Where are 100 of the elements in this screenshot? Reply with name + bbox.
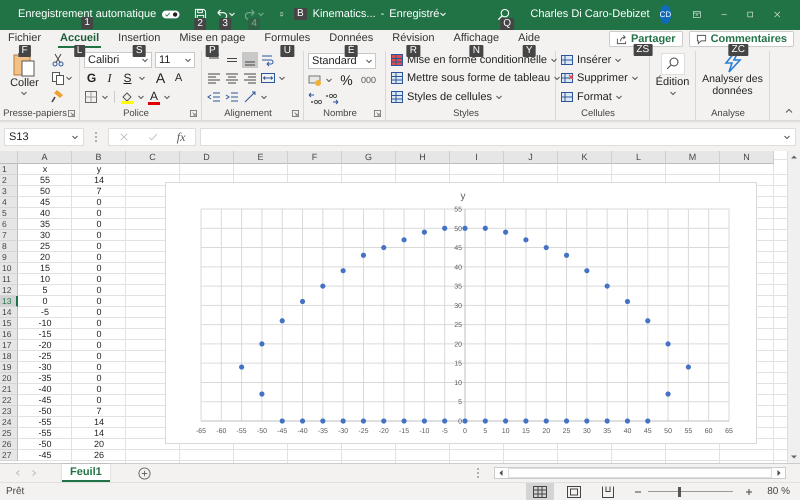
scroll-left-icon[interactable] bbox=[497, 469, 505, 477]
column-header[interactable]: E bbox=[234, 151, 288, 164]
column-header[interactable]: K bbox=[558, 151, 612, 164]
dialog-launcher-icon[interactable] bbox=[292, 110, 299, 116]
vertical-scrollbar[interactable] bbox=[787, 151, 800, 463]
file-name[interactable]: Kinematics... bbox=[312, 8, 376, 20]
column-header[interactable]: L bbox=[612, 151, 666, 164]
zoom-thumb[interactable] bbox=[678, 486, 681, 496]
column-header[interactable]: H bbox=[396, 151, 450, 164]
currency-icon[interactable] bbox=[308, 72, 322, 86]
row-header[interactable]: 12 bbox=[0, 285, 18, 296]
format-painter-icon[interactable] bbox=[50, 89, 65, 103]
formula-input[interactable] bbox=[200, 128, 796, 146]
row-header[interactable]: 23 bbox=[0, 406, 18, 417]
row-header[interactable]: 2 bbox=[0, 175, 18, 186]
scroll-thumb[interactable] bbox=[508, 468, 772, 478]
row-header[interactable]: 18 bbox=[0, 351, 18, 362]
row-header[interactable]: 11 bbox=[0, 274, 18, 285]
caret-icon[interactable] bbox=[550, 56, 558, 64]
font-name-field[interactable]: Calibri bbox=[84, 52, 152, 68]
save-icon[interactable] bbox=[194, 8, 207, 20]
row-header[interactable]: 22 bbox=[0, 395, 18, 406]
zoom-in-icon[interactable] bbox=[745, 488, 754, 496]
horizontal-scrollbar[interactable] bbox=[494, 467, 786, 479]
dialog-launcher-icon[interactable] bbox=[68, 110, 75, 116]
format-cells-icon[interactable] bbox=[560, 90, 574, 104]
caret-icon[interactable] bbox=[630, 74, 639, 82]
italic-button[interactable]: I bbox=[102, 70, 117, 86]
row-header[interactable]: 8 bbox=[0, 241, 18, 252]
row-header[interactable]: 5 bbox=[0, 208, 18, 219]
search-icon[interactable] bbox=[497, 8, 510, 20]
caret-icon[interactable] bbox=[278, 74, 286, 82]
caret-icon[interactable] bbox=[20, 89, 28, 97]
row-header[interactable]: 25 bbox=[0, 428, 18, 439]
ribbon-command[interactable]: Styles de cellules bbox=[407, 90, 492, 103]
cut-icon[interactable] bbox=[50, 53, 65, 67]
ribbon-command[interactable]: Insérer bbox=[577, 54, 612, 66]
row-header[interactable]: 26 bbox=[0, 439, 18, 450]
caret-icon[interactable] bbox=[668, 89, 676, 97]
column-header[interactable]: D bbox=[180, 151, 234, 164]
caret-icon[interactable] bbox=[783, 133, 791, 141]
column-header[interactable]: I bbox=[450, 151, 504, 164]
row-header[interactable]: 27 bbox=[0, 450, 18, 461]
underline-button[interactable]: S bbox=[120, 71, 135, 86]
editing-button[interactable]: Édition bbox=[654, 51, 691, 120]
column-header[interactable]: C bbox=[126, 151, 180, 164]
user-avatar[interactable]: CD bbox=[660, 4, 672, 24]
caret-icon[interactable] bbox=[64, 74, 73, 82]
caret-icon[interactable] bbox=[184, 56, 192, 64]
column-header[interactable]: J bbox=[504, 151, 558, 164]
bold-button[interactable]: G bbox=[84, 71, 99, 86]
caret-icon[interactable] bbox=[137, 92, 145, 101]
row-header[interactable]: 10 bbox=[0, 263, 18, 274]
caret-icon[interactable] bbox=[553, 74, 562, 82]
column-header[interactable]: B bbox=[72, 151, 126, 164]
ribbon-command[interactable]: Format bbox=[577, 90, 612, 103]
align-bottom-icon[interactable] bbox=[242, 52, 258, 68]
row-header[interactable]: 19 bbox=[0, 362, 18, 373]
autosave-toggle[interactable] bbox=[162, 8, 180, 20]
font-color-button[interactable]: A bbox=[148, 88, 160, 105]
grip-icon[interactable] bbox=[476, 467, 480, 479]
caret-icon[interactable] bbox=[495, 92, 503, 101]
delete-cells-icon[interactable] bbox=[560, 71, 574, 86]
conditional-format-icon[interactable] bbox=[390, 53, 404, 68]
thousands-button[interactable]: 000 bbox=[361, 74, 376, 84]
row-header[interactable]: 4 bbox=[0, 197, 18, 208]
row-header[interactable]: 3 bbox=[0, 186, 18, 197]
row-header[interactable]: 20 bbox=[0, 373, 18, 384]
table-format-icon[interactable] bbox=[390, 71, 404, 86]
copy-icon[interactable] bbox=[50, 71, 65, 85]
caret-icon[interactable] bbox=[141, 56, 149, 64]
row-header[interactable]: 15 bbox=[0, 318, 18, 329]
column-header[interactable]: M bbox=[666, 151, 720, 164]
row-header[interactable]: 7 bbox=[0, 230, 18, 241]
dialog-launcher-icon[interactable] bbox=[374, 110, 381, 116]
percent-button[interactable]: % bbox=[339, 72, 354, 88]
scroll-up-icon[interactable] bbox=[790, 153, 798, 161]
caret-icon[interactable] bbox=[325, 76, 333, 84]
column-header[interactable]: N bbox=[720, 151, 774, 164]
caret-icon[interactable] bbox=[260, 92, 268, 101]
caret-icon[interactable] bbox=[163, 92, 172, 101]
save-status[interactable]: Enregistré bbox=[389, 8, 440, 20]
caret-icon[interactable] bbox=[365, 56, 373, 64]
scroll-right-icon[interactable] bbox=[775, 469, 783, 477]
caret-icon[interactable] bbox=[614, 92, 623, 101]
row-header[interactable]: 16 bbox=[0, 329, 18, 340]
row-header[interactable]: 21 bbox=[0, 384, 18, 395]
grip-icon[interactable] bbox=[94, 131, 98, 143]
ribbon-command[interactable]: Supprimer bbox=[577, 72, 628, 84]
zoom-level[interactable]: 80 % bbox=[767, 486, 790, 497]
row-header[interactable]: 6 bbox=[0, 219, 18, 230]
caret-icon[interactable] bbox=[71, 133, 79, 141]
ribbon-command[interactable]: Mettre sous forme de tableau bbox=[407, 72, 550, 84]
increase-decimal-icon[interactable] bbox=[308, 90, 322, 104]
row-header[interactable]: 13 bbox=[0, 296, 18, 307]
font-size-field[interactable]: 11 bbox=[155, 52, 195, 68]
column-header[interactable]: F bbox=[288, 151, 342, 164]
row-header[interactable]: 1 bbox=[0, 164, 18, 175]
user-name[interactable]: Charles Di Caro-Debizet bbox=[530, 8, 650, 20]
grow-font-button[interactable]: A bbox=[153, 70, 168, 86]
